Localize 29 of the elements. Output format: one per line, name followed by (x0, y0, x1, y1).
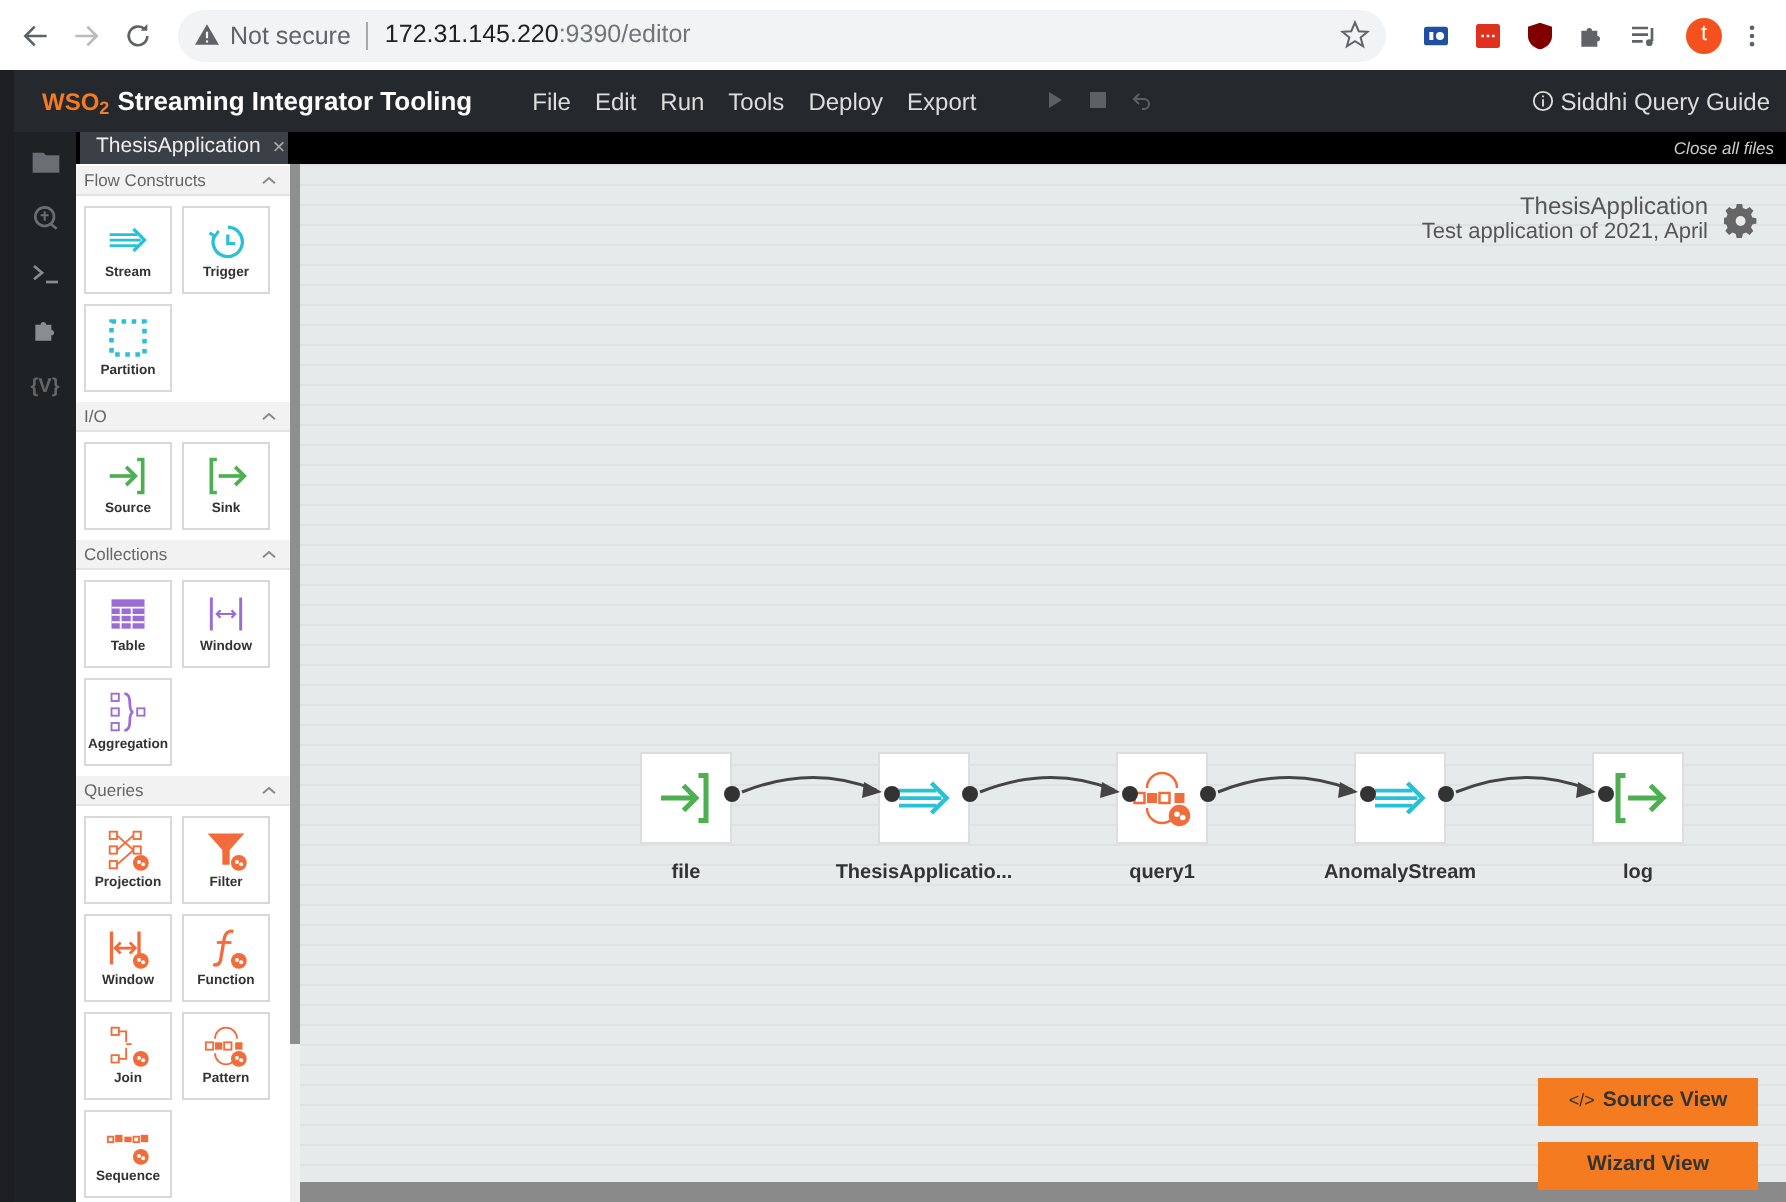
group-header[interactable]: Collections (76, 540, 290, 570)
address-bar[interactable]: Not secure 172.31.145.220:9390/editor (177, 9, 1386, 61)
guide-link[interactable]: Siddhi Query Guide (1560, 83, 1770, 119)
menu-item[interactable]: Edit (594, 83, 637, 119)
close-all-link[interactable]: Close all files (1661, 133, 1786, 163)
node-label: file (671, 860, 701, 888)
node-label: query1 (1129, 860, 1195, 888)
group-header[interactable]: I/O (76, 402, 290, 432)
node-label: ThesisApplicatio... (835, 860, 1013, 888)
group-header[interactable]: Flow Constructs (76, 166, 290, 196)
app-name: ThesisApplication (1517, 192, 1708, 220)
menu-item[interactable]: Tools (728, 83, 785, 119)
close-tab-button[interactable]: × (272, 131, 286, 165)
logo-text: WSO$_{2}$ (42, 85, 110, 119)
file-tab[interactable]: ThesisApplication (96, 132, 261, 164)
app-title: Streaming Integrator Tooling (117, 83, 473, 120)
menu-item[interactable]: Export (907, 83, 977, 119)
group-header[interactable]: Queries (76, 776, 290, 806)
url-text: 172.31.145.220:9390/editor (384, 18, 691, 53)
node-label: log (1623, 860, 1653, 888)
view-button[interactable]: </> Source View (1538, 1078, 1758, 1126)
security-label: Not secure (219, 21, 369, 49)
view-button[interactable]: Wizard View (1538, 1142, 1758, 1190)
code-icon: </> (1568, 1088, 1595, 1116)
menu-item[interactable]: Run (660, 83, 705, 119)
app-description: Test application of 2021, April (1421, 220, 1708, 246)
menu-item[interactable]: File (532, 83, 571, 119)
menu-item[interactable]: Deploy (808, 83, 884, 119)
node-label: AnomalyStream (1323, 860, 1477, 888)
